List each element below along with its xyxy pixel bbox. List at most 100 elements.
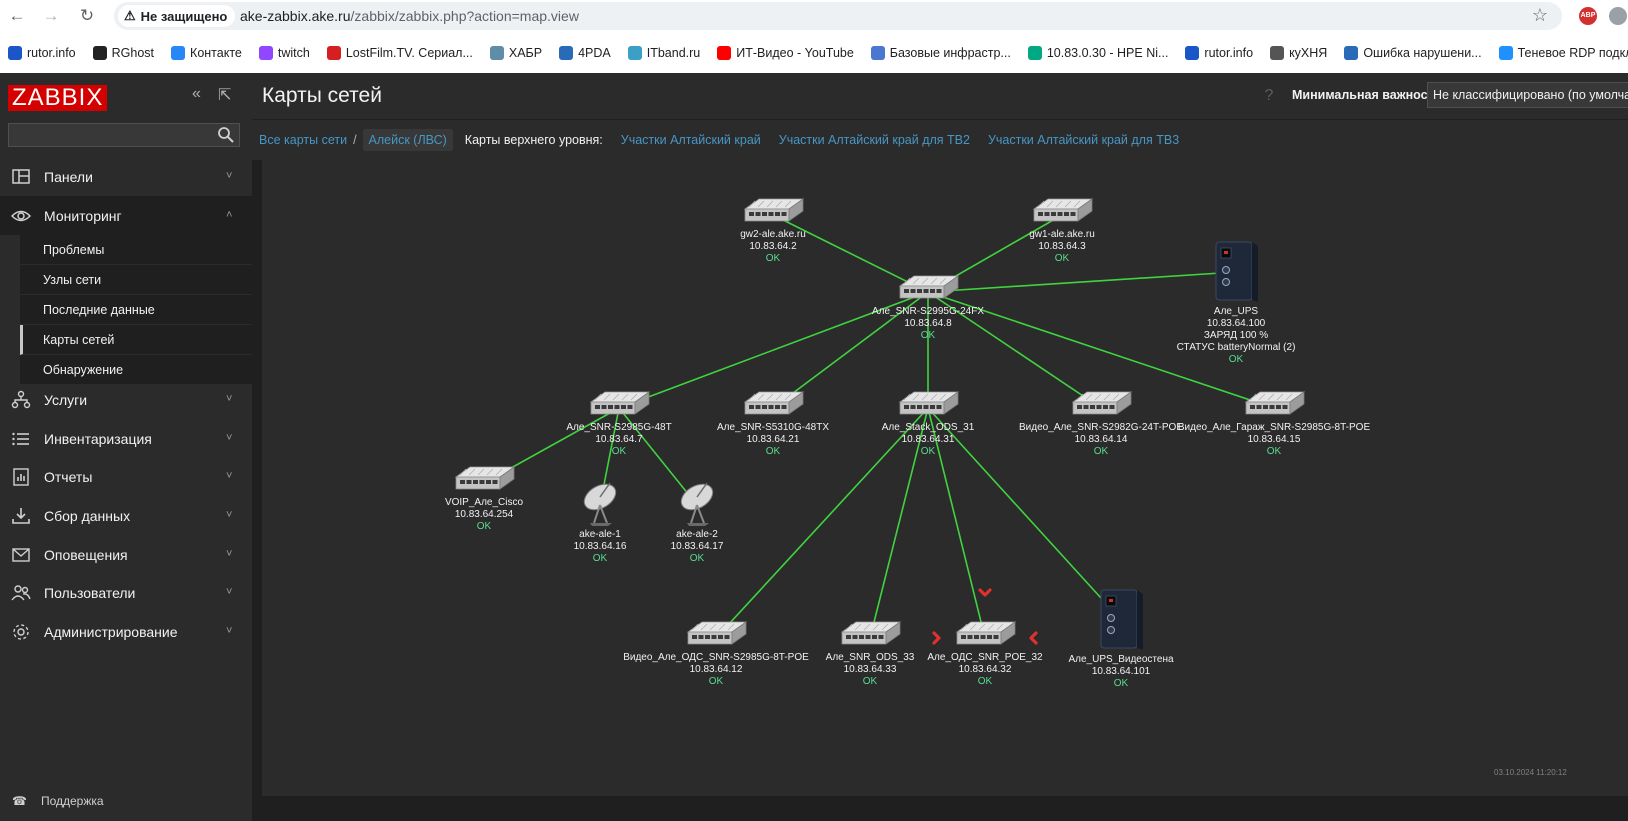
map-node-voip[interactable]: VOIP_Але_Cisco10.83.64.254OK [445, 466, 524, 532]
map-node-gw2[interactable]: gw2-ale.ake.ru10.83.64.2OK [740, 198, 806, 264]
doc-icon [1344, 45, 1359, 60]
bookmark-item[interactable]: Ошибка нарушени... [1344, 45, 1482, 60]
search-icon[interactable] [217, 126, 235, 144]
map-node-core[interactable]: Але_SNR-S2995G-24FX10.83.64.8OK [872, 275, 984, 341]
submenu-item[interactable]: Обнаружение [20, 355, 252, 385]
menu-item[interactable]: Оповещения ˅ [0, 535, 252, 574]
bookmark-star-icon[interactable]: ☆ [1532, 5, 1548, 26]
security-chip[interactable]: ⚠ Не защищено [118, 5, 236, 27]
bookmark-label: ХАБР [508, 45, 543, 60]
problem-marker-icon [978, 588, 992, 597]
sidebar-search-input[interactable] [8, 123, 240, 147]
address-bar[interactable]: ⚠ Не защищено ake-zabbix.ake.ru/zabbix/z… [114, 2, 1562, 30]
map-node-ods33[interactable]: Але_SNR_ODS_3310.83.64.33OK [826, 621, 915, 687]
map-node-sw21[interactable]: Але_SNR-S5310G-48TX10.83.64.21OK [717, 391, 829, 457]
adblock-extension-icon[interactable]: ABP [1579, 7, 1597, 25]
map-node-ups[interactable]: Але_UPS10.83.64.100ЗАРЯД 100 %СТАТУС bat… [1177, 241, 1296, 365]
menu-item[interactable]: Инвентаризация ˅ [0, 419, 252, 458]
switch-icon [1032, 198, 1094, 222]
chevron-down-icon: ˅ [226, 170, 233, 182]
map-node-label: ake-ale-1 [579, 529, 621, 540]
kiosk-mode-icon[interactable]: ⇱ [218, 85, 231, 105]
bookmark-item[interactable]: куХНЯ [1270, 45, 1327, 60]
reload-icon[interactable]: ↻ [76, 5, 98, 27]
map-node-label: 10.83.64.3 [1038, 241, 1086, 252]
bookmark-item[interactable]: 4PDA [559, 45, 611, 60]
back-arrow-icon[interactable]: ← [6, 5, 28, 27]
url-text[interactable]: ake-zabbix.ake.ru/zabbix/zabbix.php?acti… [240, 8, 579, 24]
zabbix-logo[interactable]: ZABBIX [8, 85, 108, 111]
map-node-vid12[interactable]: Видео_Але_ОДС_SNR-S2985G-8T-POE10.83.64.… [623, 621, 809, 687]
help-icon[interactable]: ? [1260, 87, 1278, 105]
bookmark-item[interactable]: Теневое RDP подкл... [1498, 45, 1628, 60]
bookmark-item[interactable]: ITband.ru [627, 45, 701, 60]
bookmark-label: twitch [277, 45, 310, 60]
submenu-item[interactable]: Последние данные [20, 295, 252, 325]
problem-marker-icon [1029, 631, 1038, 645]
browser-toolbar: ← → ↻ ⚠ Не защищено ake-zabbix.ake.ru/za… [0, 0, 1628, 32]
bookmark-item[interactable]: rutor.info [8, 45, 76, 60]
map-node-vid14[interactable]: Видео_Але_SNR-S2982G-24T-POE10.83.64.14O… [1019, 391, 1183, 457]
bookmark-item[interactable]: ИТ-Видео - YouTube [717, 45, 854, 60]
switch-icon [1071, 391, 1133, 415]
url-host: ake-zabbix.ake.ru [240, 8, 351, 24]
upper-map-link[interactable]: Участки Алтайский край для ТВ3 [988, 133, 1179, 147]
breadcrumb-all-maps[interactable]: Все карты сети [259, 133, 347, 147]
bookmark-item[interactable]: Контакте [171, 45, 242, 60]
upper-map-link[interactable]: Участки Алтайский край [621, 133, 761, 147]
upper-map-link[interactable]: Участки Алтайский край для ТВ2 [779, 133, 970, 147]
bookmark-label: ITband.ru [646, 45, 701, 60]
bookmark-label: 10.83.0.30 - HPE Ni... [1046, 45, 1169, 60]
menu-item[interactable]: Услуги ˅ [0, 380, 252, 419]
bookmark-label: ИТ-Видео - YouTube [736, 45, 854, 60]
security-label: Не защищено [140, 8, 228, 24]
bookmark-item[interactable]: Базовые инфрастр... [870, 45, 1011, 60]
extension-icon[interactable] [1609, 7, 1627, 25]
map-node-ups101[interactable]: Але_UPS_Видеостена10.83.64.101OK [1068, 589, 1174, 689]
map-node-status: OK [1229, 354, 1244, 365]
collapse-sidebar-icon[interactable]: « [192, 85, 201, 103]
menu-item[interactable]: Мониторинг ˄ [0, 196, 252, 235]
breadcrumb: Все карты сети / Алейск (ЛВС) Карты верх… [252, 119, 1628, 160]
menu-item[interactable]: Пользователи ˅ [0, 573, 252, 612]
submenu-item[interactable]: Узлы сети [20, 265, 252, 295]
switch-icon [955, 621, 1017, 645]
menu-item[interactable]: Сбор данных ˅ [0, 496, 252, 535]
map-node-stack[interactable]: Але_Stack_ODS_3110.83.64.31OK [882, 391, 975, 457]
menu-item-label: Мониторинг [44, 207, 122, 224]
map-node-vid15[interactable]: Видео_Але_Гараж_SNR-S2985G-8T-POE10.83.6… [1178, 391, 1371, 457]
map-node-label: 10.83.64.14 [1075, 434, 1128, 445]
page-header: Карты сетей ? Минимальная важность Не кл… [252, 73, 1628, 119]
satellite-dish-icon [583, 482, 617, 526]
network-map-canvas: gw2-ale.ake.ru10.83.64.2OK gw1-ale.ake.ru… [445, 198, 1567, 777]
bookmark-item[interactable]: rutor.info [1185, 45, 1253, 60]
chevron-down-icon: ˅ [226, 548, 233, 560]
bookmark-item[interactable]: ХАБР [489, 45, 543, 60]
support-link[interactable]: ☎ Поддержка [12, 794, 104, 808]
breadcrumb-current-map[interactable]: Алейск (ЛВС) [362, 129, 453, 151]
bookmark-item[interactable]: LostFilm.TV. Сериал... [326, 45, 473, 60]
bookmark-item[interactable]: RGhost [92, 45, 154, 60]
map-node-sw7[interactable]: Але_SNR-S2985G-48T10.83.64.7OK [566, 391, 672, 457]
forward-arrow-icon[interactable]: → [40, 5, 62, 27]
menu-item[interactable]: Администрирование ˅ [0, 612, 252, 651]
menu-item-label: Оповещения [44, 546, 128, 563]
map-node-label: gw1-ale.ake.ru [1029, 229, 1095, 240]
bookmark-item[interactable]: twitch [258, 45, 310, 60]
switch-icon [743, 198, 805, 222]
map-node-ant1[interactable]: ake-ale-110.83.64.16OK [574, 479, 627, 564]
menu-item[interactable]: Панели ˅ [0, 157, 252, 196]
upper-level-label: Карты верхнего уровня: [464, 133, 603, 147]
menu-item[interactable]: Отчеты ˅ [0, 457, 252, 496]
submenu-item[interactable]: Карты сетей [20, 325, 252, 355]
map-node-label: 10.83.64.17 [671, 541, 724, 552]
severity-select[interactable]: Не классифицировано (по умолчан [1427, 82, 1628, 108]
map-node-ant2[interactable]: ake-ale-210.83.64.17OK [671, 479, 724, 564]
submenu-item[interactable]: Проблемы [20, 235, 252, 265]
map-node-status: OK [978, 676, 993, 687]
switch-icon [898, 275, 960, 299]
ups-icon [1100, 589, 1143, 650]
map-node-gw1[interactable]: gw1-ale.ake.ru10.83.64.3OK [1029, 198, 1095, 264]
bookmark-item[interactable]: 10.83.0.30 - HPE Ni... [1027, 45, 1169, 60]
map-node-poe32[interactable]: Але_ОДС_SNR_POE_3210.83.64.32OK [927, 588, 1043, 687]
